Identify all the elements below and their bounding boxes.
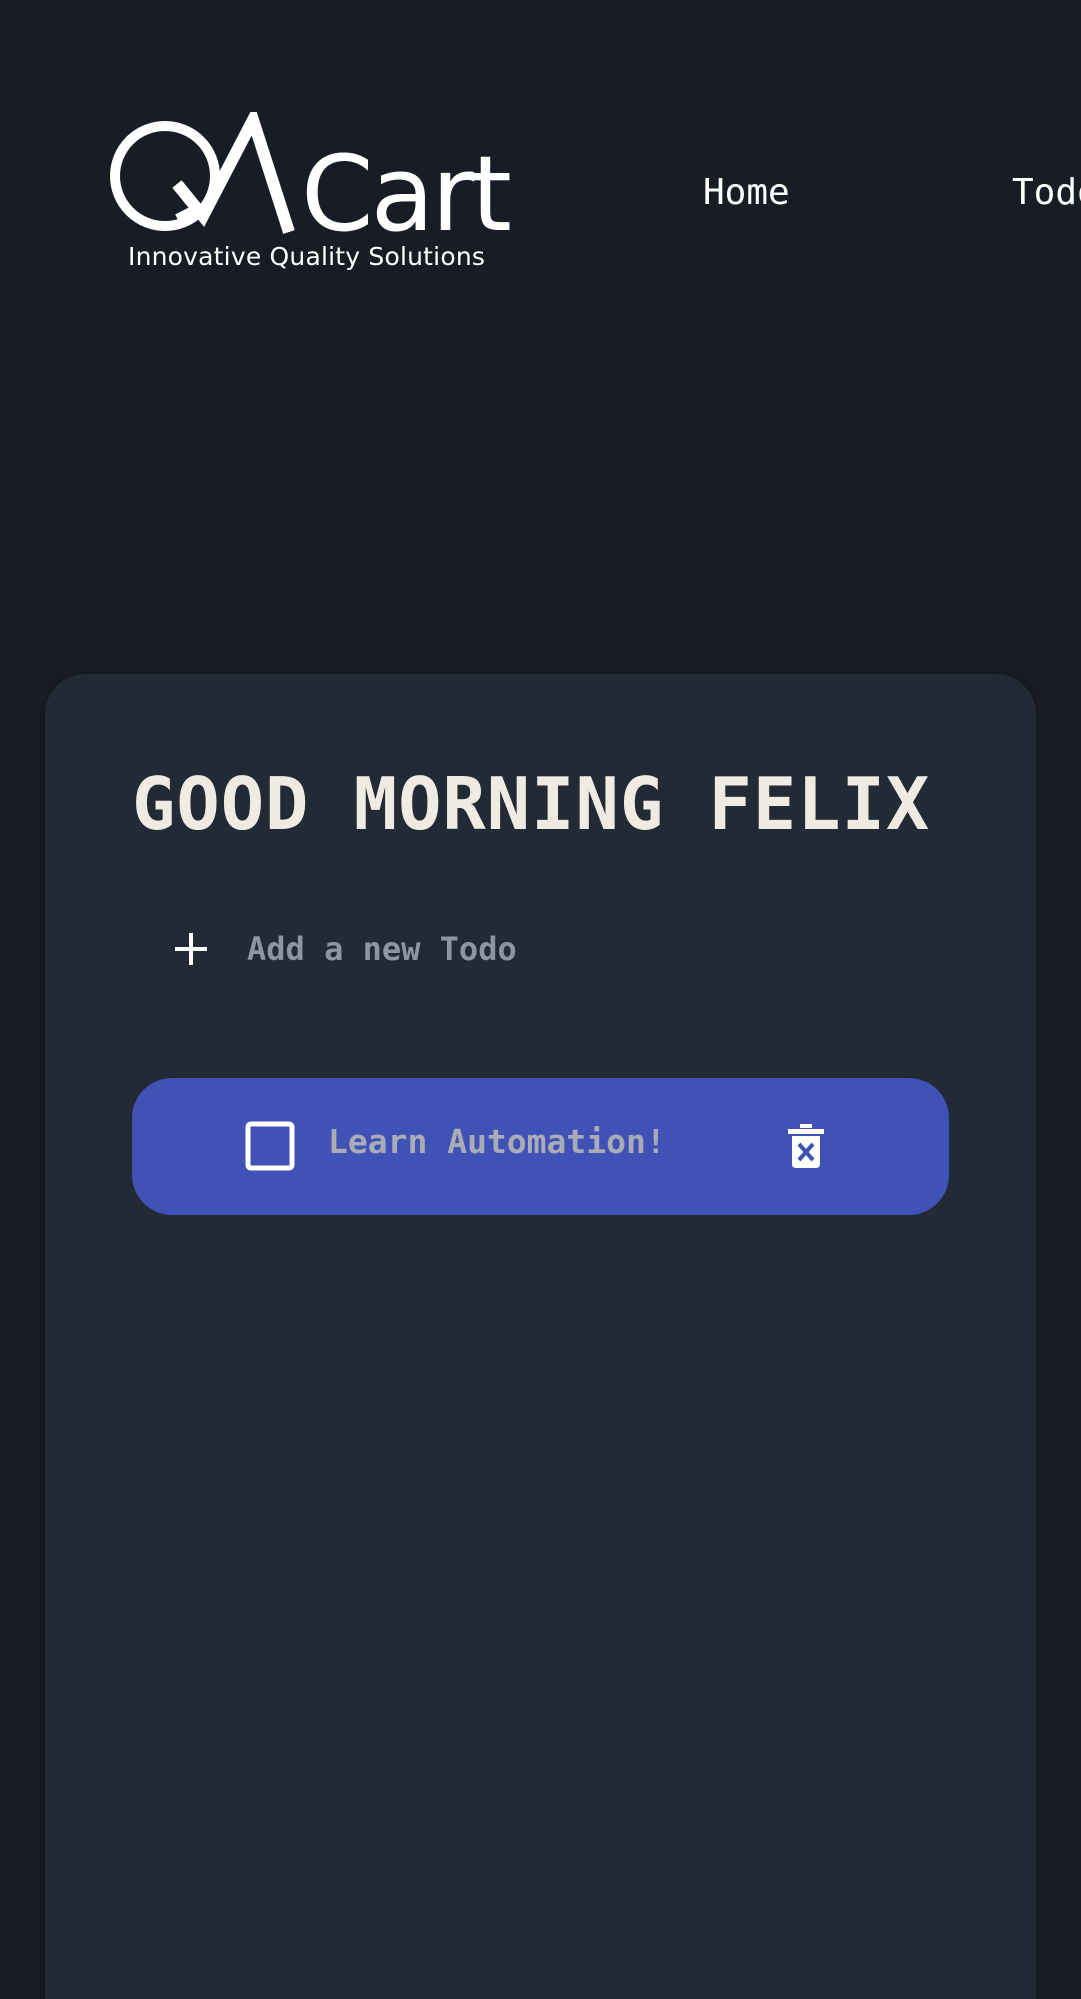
logo-tagline: Innovative Quality Solutions: [128, 242, 486, 271]
todo-item: Learn Automation!: [132, 1078, 949, 1215]
todo-item-text: Learn Automation!: [328, 1122, 666, 1161]
todo-card: GOOD MORNING FELIX Learn Automation!: [45, 674, 1036, 1999]
greeting-title: GOOD MORNING FELIX: [132, 762, 931, 846]
nav-home-link[interactable]: Home: [703, 172, 790, 213]
qacart-logo[interactable]: Cart Innovative Quality Solutions: [105, 112, 525, 282]
plus-icon[interactable]: [173, 931, 209, 967]
delete-icon[interactable]: [788, 1124, 824, 1168]
checkbox-icon[interactable]: [245, 1121, 295, 1171]
add-todo-row: [173, 914, 933, 984]
new-todo-input[interactable]: [247, 914, 897, 984]
svg-text:Cart: Cart: [301, 133, 510, 242]
nav-todo-link[interactable]: Todo: [1012, 172, 1081, 213]
qacart-logo-mark: Cart: [110, 112, 513, 242]
top-navbar: Cart Innovative Quality Solutions Home T…: [0, 0, 1081, 330]
